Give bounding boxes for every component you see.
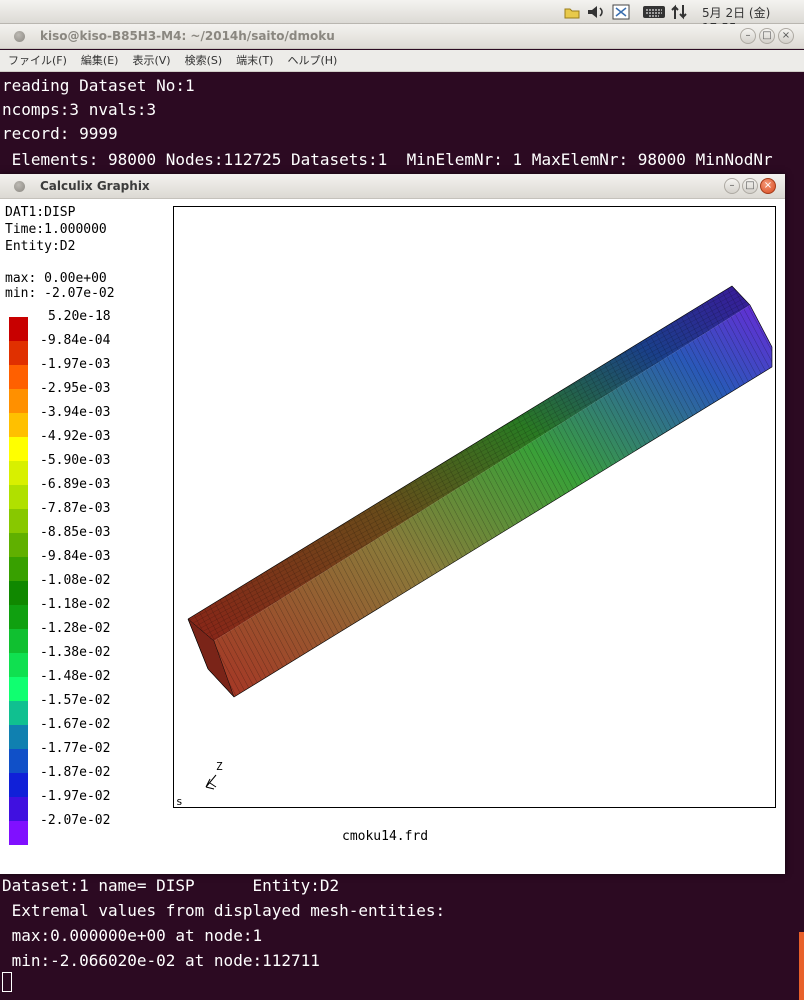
legend-label: -1.18e-02 xyxy=(40,597,111,612)
legend-swatch xyxy=(9,701,28,725)
legend-swatch xyxy=(9,677,28,701)
legend-swatch xyxy=(9,725,28,749)
menu-terminal[interactable]: 端末(T) xyxy=(236,50,273,71)
terminal-line: record: 9999 xyxy=(2,124,118,143)
min-label: min: -2.07e-02 xyxy=(5,286,115,301)
maximize-button[interactable]: □ xyxy=(759,28,775,44)
legend-label: -1.87e-02 xyxy=(40,765,111,780)
legend-swatch xyxy=(9,365,28,389)
axis-triad: Z xyxy=(205,760,223,790)
legend-label: 5.20e-18 xyxy=(48,309,111,324)
menu-view[interactable]: 表示(V) xyxy=(132,50,170,71)
terminal-line: Dataset:1 name= DISP Entity:D2 xyxy=(2,876,340,895)
menu-edit[interactable]: 編集(E) xyxy=(81,50,119,71)
minimize-button[interactable]: – xyxy=(740,28,756,44)
dataset-label: DAT1:DISP xyxy=(5,205,76,220)
network-icon[interactable] xyxy=(611,3,631,21)
time-label: Time:1.000000 xyxy=(5,222,107,237)
beam-top-mesh xyxy=(188,286,750,641)
legend-label: -9.84e-03 xyxy=(40,549,111,564)
legend-swatch xyxy=(9,509,28,533)
beam-side-mesh xyxy=(214,305,772,697)
terminal-titlebar[interactable]: kiso@kiso-B85H3-M4: ~/2014h/saito/dmoku … xyxy=(0,24,804,49)
max-label: max: 0.00e+00 xyxy=(5,271,107,286)
entity-label: Entity:D2 xyxy=(5,239,76,254)
legend-label: -1.57e-02 xyxy=(40,693,111,708)
terminal-line: Extremal values from displayed mesh-enti… xyxy=(2,901,446,920)
terminal-line: min:-2.066020e-02 at node:112711 xyxy=(2,951,320,970)
legend-label: -1.97e-03 xyxy=(40,357,111,372)
cgx-window[interactable]: Calculix Graphix – □ × DAT1:DISP Time:1.… xyxy=(0,174,785,874)
legend-label: -1.77e-02 xyxy=(40,741,111,756)
legend-swatch xyxy=(9,773,28,797)
legend-swatch xyxy=(9,485,28,509)
legend-swatch xyxy=(9,557,28,581)
legend-swatch xyxy=(9,533,28,557)
legend-swatch xyxy=(9,413,28,437)
legend-swatch xyxy=(9,461,28,485)
terminal-line: Elements: 98000 Nodes:112725 Datasets:1 … xyxy=(2,150,773,169)
legend-swatch xyxy=(9,581,28,605)
fe-mesh[interactable]: Z s xyxy=(174,207,775,808)
legend-swatch xyxy=(9,821,28,845)
minimize-button[interactable]: – xyxy=(724,178,740,194)
transfer-icon[interactable] xyxy=(669,3,689,21)
model-viewport[interactable]: Z s xyxy=(173,206,776,808)
legend-label: -1.67e-02 xyxy=(40,717,111,732)
menu-help[interactable]: ヘルプ(H) xyxy=(287,50,337,71)
corner-label: s xyxy=(176,795,183,807)
volume-icon[interactable] xyxy=(585,3,607,21)
legend-label: -1.38e-02 xyxy=(40,645,111,660)
cgx-title: Calculix Graphix xyxy=(40,179,150,193)
legend-label: -8.85e-03 xyxy=(40,525,111,540)
axis-z-label: Z xyxy=(216,760,223,773)
cgx-titlebar[interactable]: Calculix Graphix – □ × xyxy=(0,174,785,199)
top-panel: 5月 2日 (金) 17:55 xyxy=(0,0,804,35)
legend-swatch xyxy=(9,389,28,413)
folder-icon[interactable] xyxy=(563,3,581,21)
legend-label: -2.95e-03 xyxy=(40,381,111,396)
legend-swatch xyxy=(9,437,28,461)
legend-swatch xyxy=(9,605,28,629)
terminal-title: kiso@kiso-B85H3-M4: ~/2014h/saito/dmoku xyxy=(40,29,335,43)
terminal-line: reading Dataset No:1 xyxy=(2,76,195,95)
text-cursor xyxy=(2,972,12,992)
window-menu-icon[interactable] xyxy=(14,181,25,192)
legend-label: -2.07e-02 xyxy=(40,813,111,828)
legend-swatch xyxy=(9,797,28,821)
window-menu-icon[interactable] xyxy=(14,31,25,42)
legend-label: -1.28e-02 xyxy=(40,621,111,636)
maximize-button[interactable]: □ xyxy=(742,178,758,194)
menu-file[interactable]: ファイル(F) xyxy=(8,50,67,71)
scrollbar[interactable] xyxy=(799,932,804,1000)
legend-label: -4.92e-03 xyxy=(40,429,111,444)
terminal-line: max:0.000000e+00 at node:1 xyxy=(2,926,263,945)
menu-search[interactable]: 検索(S) xyxy=(185,50,223,71)
legend-swatch xyxy=(9,653,28,677)
legend-swatch xyxy=(9,317,28,341)
legend-swatch xyxy=(9,341,28,365)
legend-label: -3.94e-03 xyxy=(40,405,111,420)
terminal-menubar: ファイル(F) 編集(E) 表示(V) 検索(S) 端末(T) ヘルプ(H) xyxy=(0,50,804,72)
legend-label: -1.97e-02 xyxy=(40,789,111,804)
file-name-label: cmoku14.frd xyxy=(342,829,429,844)
cgx-render-area[interactable]: DAT1:DISP Time:1.000000 Entity:D2 max: 0… xyxy=(0,199,785,874)
close-button[interactable]: × xyxy=(760,178,776,194)
legend-label: -1.08e-02 xyxy=(40,573,111,588)
legend-label: -5.90e-03 xyxy=(40,453,111,468)
terminal-line: ncomps:3 nvals:3 xyxy=(2,100,157,119)
close-button[interactable]: × xyxy=(778,28,794,44)
legend-label: -1.48e-02 xyxy=(40,669,111,684)
legend-label: -9.84e-04 xyxy=(40,333,111,348)
legend-swatch xyxy=(9,629,28,653)
legend-label: -6.89e-03 xyxy=(40,477,111,492)
keyboard-icon[interactable] xyxy=(641,3,667,21)
legend-label: -7.87e-03 xyxy=(40,501,111,516)
legend-swatch xyxy=(9,749,28,773)
